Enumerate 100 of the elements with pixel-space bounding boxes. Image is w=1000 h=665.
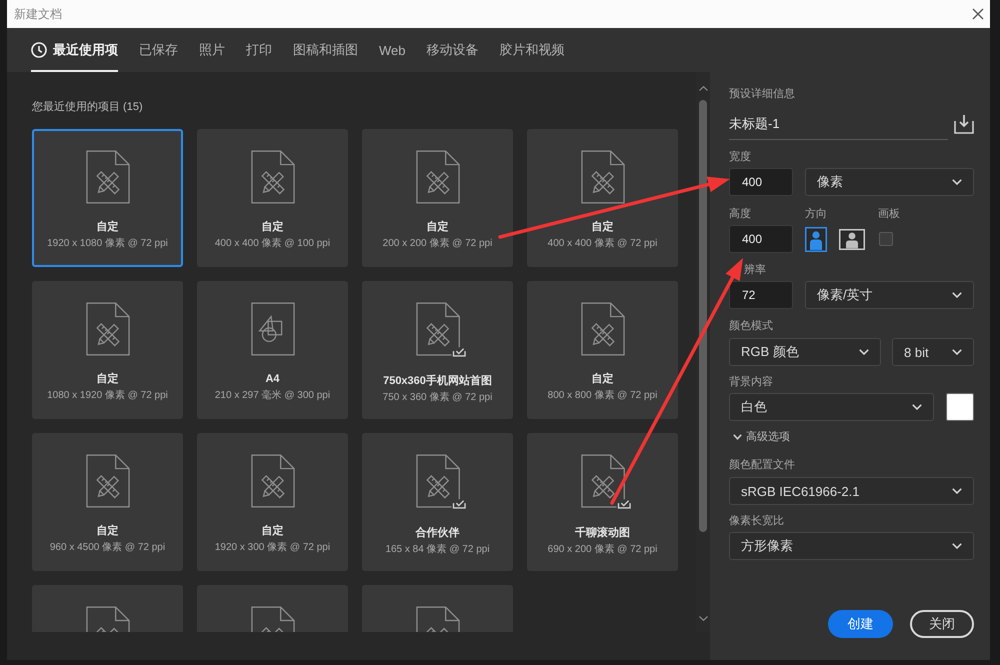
document-icon <box>580 302 624 356</box>
card-subtitle: 800 x 800 像素 @ 72 ppi <box>548 389 658 403</box>
document-icon <box>86 302 130 356</box>
document-icon <box>416 302 466 358</box>
preset-card[interactable]: 自定 1080 x 1920 像素 @ 72 ppi <box>32 281 183 419</box>
field-label: 宽度 <box>729 150 751 164</box>
clock-icon <box>31 42 47 58</box>
card-title: 750x360手机网站首图 <box>383 374 492 388</box>
card-title: 自定 <box>96 220 118 234</box>
card-title: 自定 <box>592 372 614 386</box>
scrollbar-thumb[interactable] <box>699 100 707 532</box>
tab[interactable]: 胶片和视频 <box>500 28 564 72</box>
card-subtitle: 1920 x 300 像素 @ 72 ppi <box>214 541 330 555</box>
field-label: 颜色模式 <box>729 319 773 333</box>
caret-up-icon[interactable] <box>698 86 708 91</box>
section-heading: 预设详细信息 <box>729 87 795 101</box>
document-name-field[interactable]: 未标题-1 <box>729 108 948 140</box>
background-dropdown[interactable]: 白色 <box>729 393 934 421</box>
document-icon <box>416 606 460 632</box>
chevron-down-icon <box>952 292 962 298</box>
preset-card[interactable]: 自定 200 x 200 像素 @ 72 ppi <box>362 129 513 267</box>
card-subtitle: 750 x 360 像素 @ 72 ppi <box>382 391 492 405</box>
chevron-down-icon <box>912 404 922 410</box>
field-label: 颜色配置文件 <box>729 458 795 472</box>
preset-card[interactable]: 自定 800 x 800 像素 @ 72 ppi <box>527 281 678 419</box>
card-subtitle: 1920 x 1080 像素 @ 72 ppi <box>47 237 168 251</box>
unit-dropdown[interactable]: 像素 <box>805 168 974 196</box>
unit-dropdown[interactable]: 像素/英寸 <box>805 281 974 309</box>
close-button[interactable]: 关闭 <box>910 610 974 638</box>
document-icon <box>250 150 294 204</box>
chevron-down-icon <box>952 349 962 355</box>
document-icon <box>250 454 294 508</box>
card-title: 合作伙伴 <box>416 526 460 540</box>
color-mode-dropdown[interactable]: RGB 颜色 <box>729 338 881 366</box>
card-title: 自定 <box>262 220 284 234</box>
height-field[interactable]: 400 <box>729 225 793 253</box>
chevron-down-icon <box>859 349 869 355</box>
color-swatch[interactable] <box>946 393 974 421</box>
width-field[interactable]: 400 <box>729 168 793 196</box>
portrait-icon[interactable] <box>805 226 827 252</box>
tab[interactable]: 照片 <box>199 28 225 72</box>
preset-card[interactable]: 合作伙伴 165 x 84 像素 @ 72 ppi <box>362 433 513 571</box>
chevron-down-icon <box>952 179 962 185</box>
preset-card[interactable]: 自定 960 x 4500 像素 @ 72 ppi <box>32 433 183 571</box>
preset-card[interactable]: A4 210 x 297 毫米 @ 300 ppi <box>197 281 348 419</box>
tab[interactable]: Web <box>379 28 406 72</box>
advanced-options-toggle[interactable]: 高级选项 <box>729 430 790 444</box>
document-icon <box>416 454 466 510</box>
download-icon[interactable] <box>954 114 974 134</box>
card-subtitle: 1080 x 1920 像素 @ 72 ppi <box>47 389 168 403</box>
field-label: 背景内容 <box>729 375 773 389</box>
card-title: 自定 <box>592 220 614 234</box>
field-label: 方向 <box>805 207 827 221</box>
field-label: 像素长宽比 <box>729 514 784 528</box>
field-label: 辨率 <box>744 263 766 277</box>
card-title: 自定 <box>96 372 118 386</box>
chevron-down-icon <box>952 543 962 549</box>
card-title: 千聊滚动图 <box>575 526 630 540</box>
card-subtitle: 400 x 400 像素 @ 100 ppi <box>214 237 330 251</box>
card-subtitle: 210 x 297 毫米 @ 300 ppi <box>214 389 330 403</box>
document-icon <box>86 454 130 508</box>
document-shapes-icon <box>250 302 294 356</box>
document-icon <box>86 606 130 632</box>
tab[interactable]: 已保存 <box>139 28 178 72</box>
preset-card[interactable]: 自定 1920 x 1080 像素 @ 72 ppi <box>32 129 183 267</box>
tab[interactable]: 图稿和插图 <box>293 28 358 72</box>
card-subtitle: 690 x 200 像素 @ 72 ppi <box>548 543 658 557</box>
landscape-icon[interactable] <box>839 228 865 250</box>
section-heading: 您最近使用的项目 (15) <box>32 100 143 114</box>
card-subtitle: 165 x 84 像素 @ 72 ppi <box>385 543 490 557</box>
create-button[interactable]: 创建 <box>828 610 893 638</box>
preset-card[interactable]: 自定 400 x 400 像素 @ 72 ppi <box>527 129 678 267</box>
chevron-down-icon <box>952 488 962 494</box>
chevron-down-icon <box>733 434 742 440</box>
field-label: 画板 <box>878 207 900 221</box>
preset-card[interactable]: 750x360手机网站首图 750 x 360 像素 @ 72 ppi <box>362 281 513 419</box>
window-title: 新建文档 <box>14 6 62 22</box>
preset-card[interactable]: 千聊滚动图 690 x 200 像素 @ 72 ppi <box>527 433 678 571</box>
preset-card[interactable]: 自定 400 x 400 像素 @ 100 ppi <box>197 129 348 267</box>
artboard-checkbox[interactable] <box>879 232 893 246</box>
card-subtitle: 960 x 4500 像素 @ 72 ppi <box>50 541 166 555</box>
tab[interactable]: 打印 <box>246 28 272 72</box>
card-title: 自定 <box>426 220 448 234</box>
bit-depth-dropdown[interactable]: 8 bit <box>892 338 974 366</box>
resolution-field[interactable]: 72 <box>729 281 793 309</box>
pixel-aspect-dropdown[interactable]: 方形像素 <box>729 532 974 560</box>
document-icon <box>250 606 294 632</box>
document-icon <box>580 454 630 510</box>
card-subtitle: 400 x 400 像素 @ 72 ppi <box>548 237 658 251</box>
card-subtitle: 200 x 200 像素 @ 72 ppi <box>382 237 492 251</box>
tab[interactable]: 移动设备 <box>426 28 478 72</box>
card-title: 自定 <box>262 524 284 538</box>
close-icon[interactable] <box>972 8 984 20</box>
card-title: 自定 <box>96 524 118 538</box>
caret-down-icon[interactable] <box>698 616 708 621</box>
preset-card[interactable]: 自定 1920 x 300 像素 @ 72 ppi <box>197 433 348 571</box>
document-icon <box>86 150 130 204</box>
field-label: 高度 <box>729 207 751 221</box>
card-title: A4 <box>265 372 280 386</box>
color-profile-dropdown[interactable]: sRGB IEC61966-2.1 <box>729 477 974 505</box>
